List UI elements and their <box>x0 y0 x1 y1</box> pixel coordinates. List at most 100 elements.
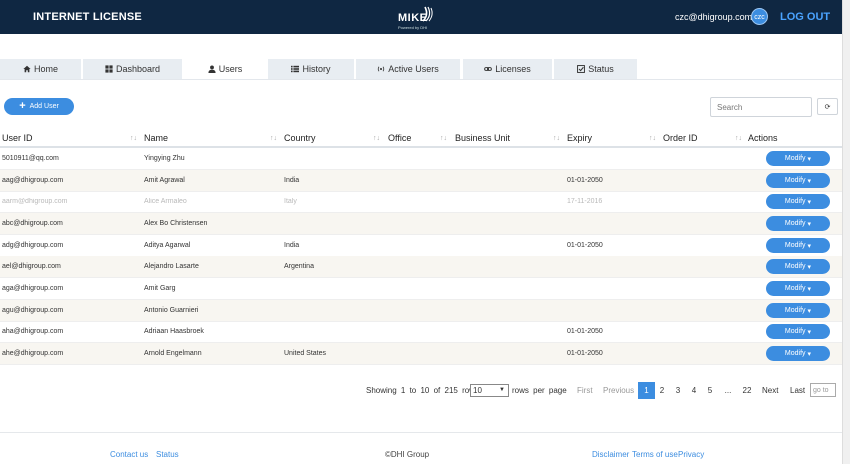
avatar[interactable]: czc <box>751 8 768 25</box>
user-icon <box>208 65 216 73</box>
modify-button[interactable]: Modify ▾ <box>766 173 830 188</box>
sort-icon[interactable]: ↑↓ <box>270 135 277 142</box>
top-bar: INTERNET LICENSE MIKE Powered by DHI czc… <box>0 0 842 34</box>
modify-button[interactable]: Modify ▾ <box>766 324 830 339</box>
page-last[interactable]: Last <box>790 382 805 399</box>
modify-button[interactable]: Modify ▾ <box>766 238 830 253</box>
column-header-country[interactable]: Country <box>284 133 316 143</box>
caret-down-icon: ▾ <box>807 285 812 293</box>
refresh-button[interactable]: ⟳ <box>817 98 838 115</box>
page-3[interactable]: 3 <box>673 382 683 399</box>
modify-label: Modify <box>784 350 806 357</box>
modify-label: Modify <box>784 155 806 162</box>
cell-expiry: 01-01-2050 <box>567 242 603 249</box>
cell-user-id: aga@dhigroup.com <box>2 285 64 292</box>
cell-user-id: adg@dhigroup.com <box>2 242 64 249</box>
goto-page-input[interactable] <box>810 383 836 397</box>
modify-label: Modify <box>784 198 806 205</box>
logout-button[interactable]: LOG OUT <box>780 11 830 23</box>
rows-per-page-select[interactable]: 10 ▼ <box>470 384 509 397</box>
caret-down-icon: ▾ <box>807 242 812 250</box>
tab-history[interactable]: History <box>268 59 354 79</box>
list-icon <box>291 65 300 73</box>
cell-user-id: ael@dhigroup.com <box>2 263 61 270</box>
sort-icon[interactable]: ↑↓ <box>649 135 656 142</box>
cell-country: Argentina <box>284 263 314 270</box>
column-header-name[interactable]: Name <box>144 133 168 143</box>
table-row: abc@dhigroup.com Alex Bo Christensen Mod… <box>0 213 842 235</box>
cell-user-id: aha@dhigroup.com <box>2 328 64 335</box>
cell-user-id: ahe@dhigroup.com <box>2 350 64 357</box>
column-header-user-id[interactable]: User ID <box>2 133 33 143</box>
page-4[interactable]: 4 <box>689 382 699 399</box>
modify-label: Modify <box>784 220 806 227</box>
modify-button[interactable]: Modify ▾ <box>766 194 830 209</box>
logo-text: MIKE <box>398 12 428 24</box>
status-link[interactable]: Status <box>156 450 179 459</box>
modify-label: Modify <box>784 307 806 314</box>
app-title: INTERNET LICENSE <box>33 11 142 23</box>
page-first[interactable]: First <box>577 382 593 399</box>
cell-name: Arnold Engelmann <box>144 350 202 357</box>
sort-icon[interactable]: ↑↓ <box>735 135 742 142</box>
cell-name: Amit Agrawal <box>144 177 185 184</box>
page-5[interactable]: 5 <box>705 382 715 399</box>
column-header-office[interactable]: Office <box>388 133 411 143</box>
modify-button[interactable]: Modify ▾ <box>766 151 830 166</box>
modify-button[interactable]: Modify ▾ <box>766 281 830 296</box>
page-previous[interactable]: Previous <box>603 382 634 399</box>
privacy-link[interactable]: Privacy <box>678 450 704 459</box>
tab-status[interactable]: Status <box>554 59 637 79</box>
table-row: aag@dhigroup.com Amit Agrawal India 01-0… <box>0 170 842 192</box>
sort-asc-icon[interactable]: ↑↓ <box>130 135 137 142</box>
modify-button[interactable]: Modify ▾ <box>766 346 830 361</box>
cell-name: Alice Armaleo <box>144 198 187 205</box>
tab-users[interactable]: Users <box>184 59 266 79</box>
tab-active-users[interactable]: Active Users <box>356 59 460 79</box>
rows-per-page-value: 10 <box>473 386 482 395</box>
tab-divider <box>0 79 842 80</box>
column-header-business-unit[interactable]: Business Unit <box>455 133 510 143</box>
modify-label: Modify <box>784 328 806 335</box>
contact-us-link[interactable]: Contact us <box>110 450 148 459</box>
sort-icon[interactable]: ↑↓ <box>373 135 380 142</box>
tab-dashboard[interactable]: Dashboard <box>83 59 182 79</box>
tab-home[interactable]: Home <box>0 59 81 79</box>
rows-per-page-label: rows per page <box>512 386 567 395</box>
terms-link[interactable]: Terms of use <box>632 450 678 459</box>
cell-user-id: abc@dhigroup.com <box>2 220 63 227</box>
tab-label: Home <box>33 64 58 74</box>
refresh-icon: ⟳ <box>824 103 831 111</box>
cell-name: Alex Bo Christensen <box>144 220 208 227</box>
cell-name: Amit Garg <box>144 285 176 292</box>
cell-user-id: aarm@dhigroup.com <box>2 198 68 205</box>
modify-button[interactable]: Modify ▾ <box>766 259 830 274</box>
page-1[interactable]: 1 <box>638 382 655 399</box>
column-header-actions: Actions <box>748 133 778 143</box>
caret-down-icon: ▾ <box>807 155 812 163</box>
table-row-inactive: aarm@dhigroup.com Alice Armaleo Italy 17… <box>0 191 842 213</box>
caret-down-icon: ▾ <box>807 350 812 358</box>
caret-down-icon: ▾ <box>807 220 812 228</box>
page-22[interactable]: 22 <box>740 382 754 399</box>
cell-name: Alejandro Lasarte <box>144 263 199 270</box>
cell-country: United States <box>284 350 327 357</box>
add-user-button[interactable]: + Add User <box>4 98 74 115</box>
sort-icon[interactable]: ↑↓ <box>440 135 447 142</box>
column-header-order-id[interactable]: Order ID <box>663 133 698 143</box>
cell-country: India <box>284 242 300 249</box>
check-square-icon <box>577 65 586 73</box>
search-input[interactable] <box>710 97 812 117</box>
scrollbar[interactable] <box>842 0 850 464</box>
cell-user-id: aag@dhigroup.com <box>2 177 64 184</box>
disclaimer-link[interactable]: Disclaimer <box>592 450 629 459</box>
cell-name: Adriaan Haasbroek <box>144 328 204 335</box>
sort-icon[interactable]: ↑↓ <box>553 135 560 142</box>
modify-button[interactable]: Modify ▾ <box>766 303 830 318</box>
cell-name: Aditya Agarwal <box>144 242 191 249</box>
column-header-expiry[interactable]: Expiry <box>567 133 592 143</box>
page-2[interactable]: 2 <box>657 382 667 399</box>
tab-licenses[interactable]: Licenses <box>463 59 552 79</box>
page-next[interactable]: Next <box>762 382 778 399</box>
modify-button[interactable]: Modify ▾ <box>766 216 830 231</box>
